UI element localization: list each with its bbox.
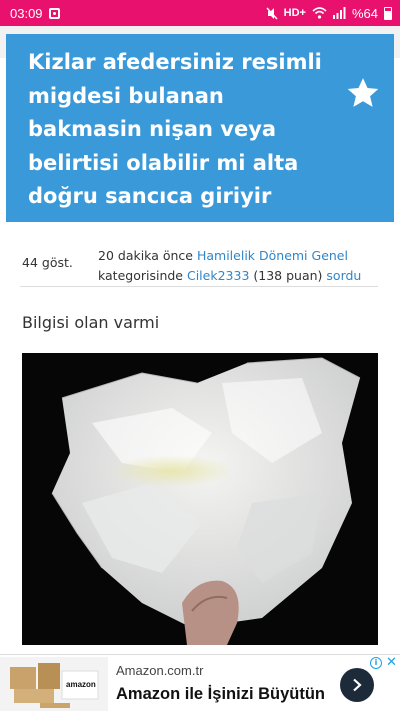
ad-thumb-logo: amazon [66,680,96,689]
ad-close-icon[interactable]: ✕ [386,655,397,670]
ad-thumbnail[interactable]: amazon [0,657,108,711]
ad-info-icon[interactable]: i [370,657,382,669]
author-link[interactable]: Cilek2333 [187,268,249,283]
ad-source: Amazon.com.tr [116,663,204,678]
chevron-right-icon [353,678,362,692]
time-ago: 20 dakika önce [98,248,193,263]
question-title: Kizlar afedersiniz resimli migdesi bulan… [28,50,322,208]
question-body: Bilgisi olan varmi [22,313,160,332]
category-link[interactable]: Hamilelik Dönemi Genel [197,248,348,263]
category-suffix: kategorisinde [98,268,183,283]
ad-banner[interactable]: amazon Amazon.com.tr Amazon ile İşinizi … [0,654,400,711]
author-points: (138 puan) [253,268,323,283]
signal-icon [332,7,346,19]
battery-icon [384,6,392,20]
ad-open-button[interactable] [340,668,374,702]
network-type: HD+ [283,7,306,19]
asked-link[interactable]: sordu [326,268,361,283]
question-title-box: Kizlar afedersiniz resimli migdesi bulan… [6,34,394,222]
divider [20,286,378,287]
star-icon[interactable] [346,76,380,110]
mute-icon [266,6,278,20]
status-bar: 03:09 HD+ %64 [0,0,400,26]
tissue-photo-image [22,353,378,645]
battery-percent: %64 [351,5,378,21]
ad-headline[interactable]: Amazon ile İşinizi Büyütün [116,685,325,704]
question-photo[interactable] [22,353,378,645]
notification-icon [48,7,60,19]
status-time: 03:09 [10,5,43,21]
wifi-icon [312,7,327,19]
